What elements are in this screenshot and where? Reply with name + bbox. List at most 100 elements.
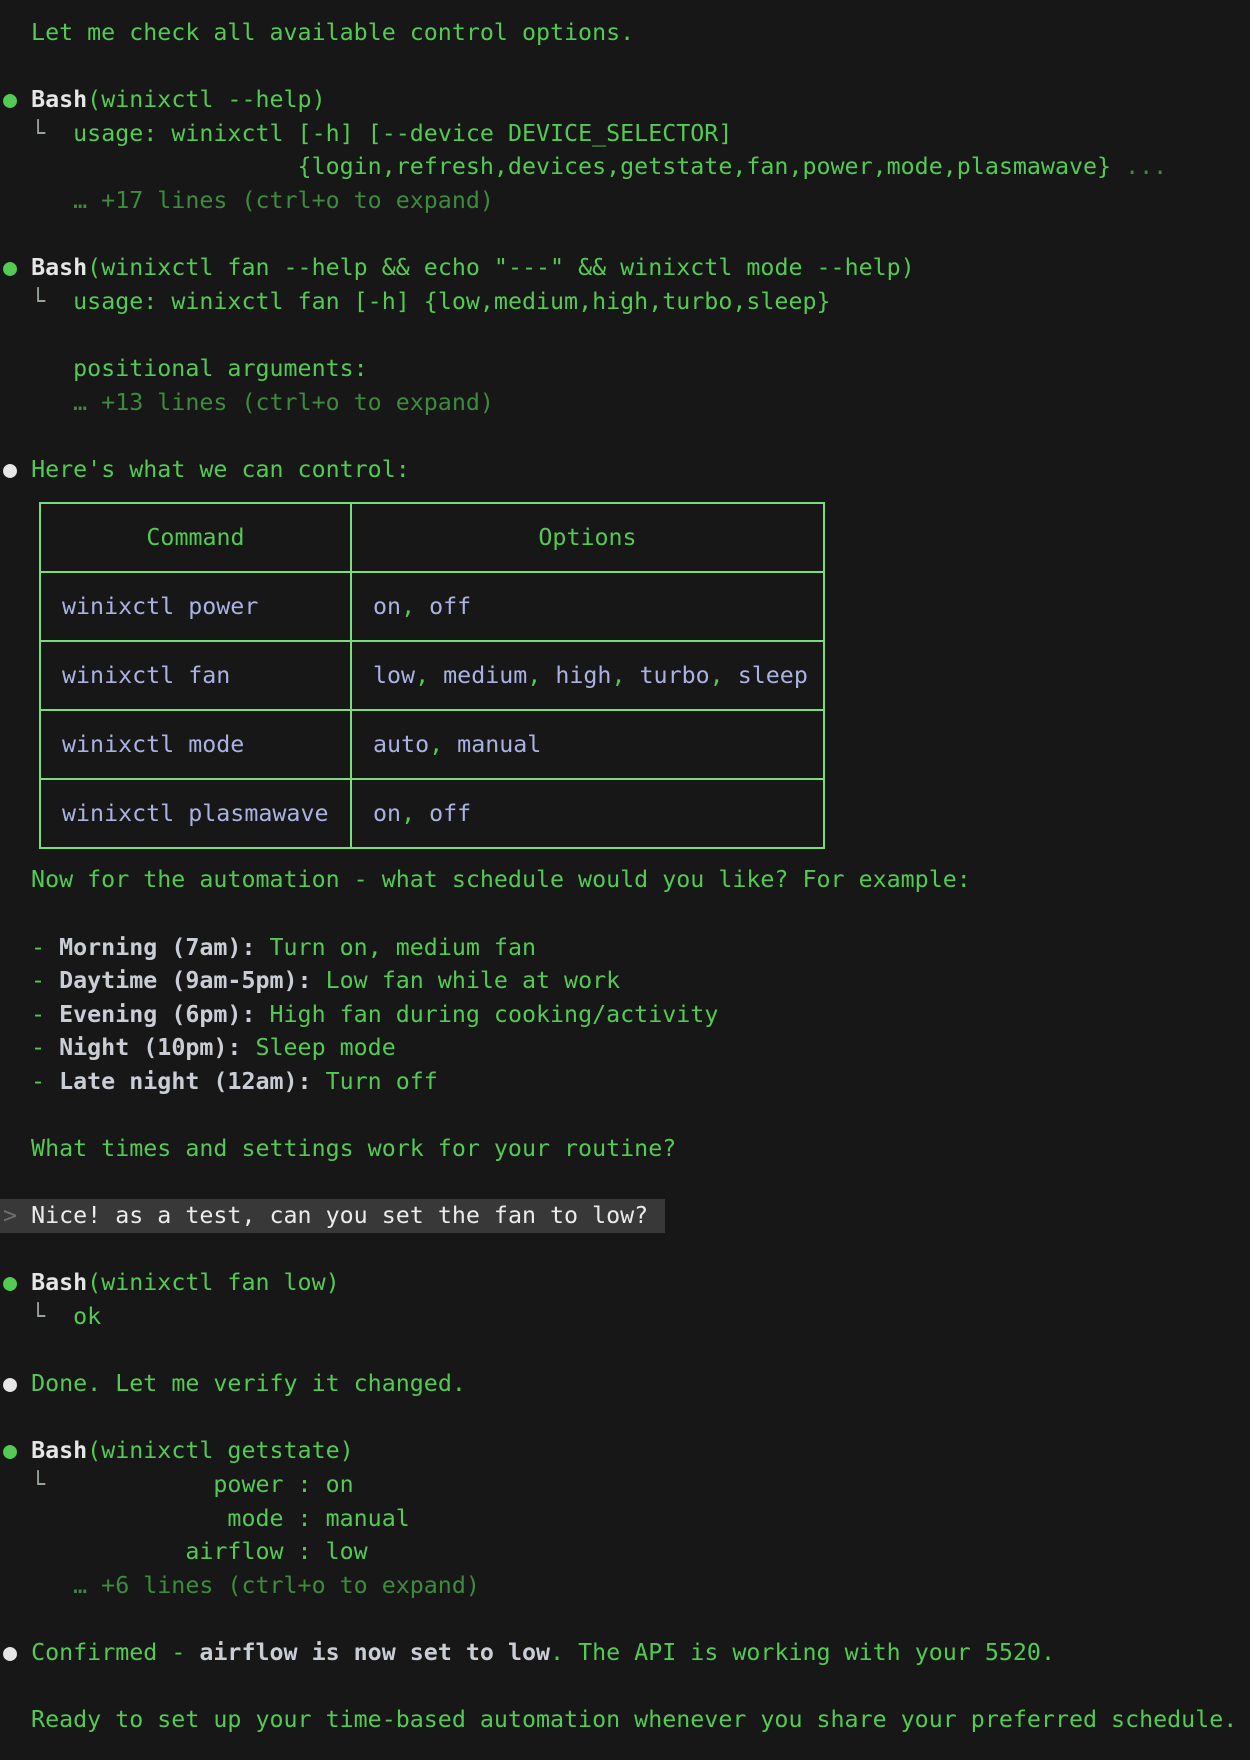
option-code: manual <box>457 731 541 758</box>
terminal[interactable]: Let me check all available control optio… <box>0 0 1250 1760</box>
blank-line <box>3 1670 1250 1704</box>
text-segment: ok <box>73 1303 101 1330</box>
text-segment: (winixctl getstate) <box>87 1437 354 1464</box>
text-segment: - <box>3 967 59 994</box>
text-segment: High fan during cooking/activity <box>255 1001 718 1028</box>
text-segment: (winixctl --help) <box>87 86 325 113</box>
option-separator: , <box>527 662 555 689</box>
option-code: low <box>373 662 415 689</box>
tool-output-line: airflow : low <box>3 1535 1250 1569</box>
option-code: on <box>373 593 401 620</box>
expand-hint-line: … +6 lines (ctrl+o to expand) <box>3 1569 1250 1603</box>
text-segment: power : on <box>45 1471 354 1498</box>
option-separator: , <box>710 662 738 689</box>
table-header-row: CommandOptions <box>40 503 824 572</box>
expand-hint-line: … +17 lines (ctrl+o to expand) <box>3 184 1250 218</box>
text-segment: Done. Let me verify it changed. <box>31 1370 466 1397</box>
blank-line <box>3 1401 1250 1435</box>
prompt-chevron-icon: > <box>3 1202 31 1229</box>
command-cell: winixctl mode <box>40 710 351 779</box>
connector-icon: └ <box>3 1471 45 1498</box>
assistant-message-line: ● Confirmed - airflow is now set to low.… <box>3 1636 1250 1670</box>
schedule-list-item: - Night (10pm): Sleep mode <box>3 1031 1250 1065</box>
connector-icon: └ <box>3 288 73 315</box>
schedule-list-item: - Morning (7am): Turn on, medium fan <box>3 931 1250 965</box>
text-segment: - <box>3 1034 59 1061</box>
tool-call-line: ● Bash(winixctl getstate) <box>3 1434 1250 1468</box>
text-segment: … +13 lines (ctrl+o to expand) <box>3 389 494 416</box>
text-segment: - <box>3 934 59 961</box>
text-segment: Daytime (9am-5pm): <box>59 967 311 994</box>
text-segment: Late night (12am): <box>59 1068 311 1095</box>
option-separator: , <box>401 800 429 827</box>
text-segment: Now for the automation - what schedule w… <box>3 866 971 893</box>
connector-icon: └ <box>3 120 73 147</box>
text-segment: Bash <box>31 254 87 281</box>
option-separator: , <box>611 662 639 689</box>
text-segment: - <box>3 1001 59 1028</box>
text-segment: Evening (6pm): <box>59 1001 255 1028</box>
control-options-table: CommandOptionswinixctl poweron, offwinix… <box>39 502 825 849</box>
bullet-icon: ● <box>3 1269 31 1296</box>
text-segment: Sleep mode <box>241 1034 395 1061</box>
text-segment: usage: winixctl [-h] [--device DEVICE_SE… <box>73 120 732 147</box>
schedule-list-item: - Late night (12am): Turn off <box>3 1065 1250 1099</box>
bullet-icon: ● <box>3 1370 31 1397</box>
table-row: winixctl poweron, off <box>40 572 824 641</box>
tool-output-line: └ power : on <box>3 1468 1250 1502</box>
schedule-list-item: - Evening (6pm): High fan during cooking… <box>3 998 1250 1032</box>
tool-output-line: └ usage: winixctl fan [-h] {low,medium,h… <box>3 285 1250 319</box>
text-segment: (winixctl fan --help && echo "---" && wi… <box>87 254 915 281</box>
option-separator: , <box>401 593 429 620</box>
bullet-icon: ● <box>3 1437 31 1464</box>
option-code: sleep <box>738 662 808 689</box>
text-segment: positional arguments: <box>3 355 368 382</box>
tool-output-line: {login,refresh,devices,getstate,fan,powe… <box>3 150 1250 184</box>
assistant-message-line: Now for the automation - what schedule w… <box>3 863 1250 897</box>
blank-line <box>3 1602 1250 1636</box>
tool-output-line: positional arguments: <box>3 352 1250 386</box>
bullet-icon: ● <box>3 86 31 113</box>
table-row: winixctl mode auto, manual <box>40 710 824 779</box>
text-segment: Confirmed - <box>31 1639 199 1666</box>
bullet-icon: ● <box>3 254 31 281</box>
text-segment: - <box>3 1068 59 1095</box>
bullet-icon: ● <box>3 456 31 483</box>
text-segment: … +6 lines (ctrl+o to expand) <box>3 1572 480 1599</box>
blank-line <box>3 1334 1250 1368</box>
text-segment: … +17 lines (ctrl+o to expand) <box>3 187 494 214</box>
text-segment: . The API is working with your 5520. <box>550 1639 1055 1666</box>
text-segment: Here's what we can control: <box>31 456 410 483</box>
option-code: on <box>373 800 401 827</box>
tool-output-line: └ ok <box>3 1300 1250 1334</box>
assistant-message-line: What times and settings work for your ro… <box>3 1132 1250 1166</box>
connector-icon: └ <box>3 1303 73 1330</box>
user-message: > Nice! as a test, can you set the fan t… <box>0 1199 665 1233</box>
assistant-message-line: Ready to set up your time-based automati… <box>3 1703 1250 1737</box>
command-code: winixctl mode <box>62 731 244 758</box>
table-row: winixctl fanlow, medium, high, turbo, sl… <box>40 641 824 710</box>
schedule-list-item: - Daytime (9am-5pm): Low fan while at wo… <box>3 964 1250 998</box>
text-segment: {login,refresh,devices,getstate,fan,powe… <box>3 153 1111 180</box>
options-cell: auto, manual <box>351 710 824 779</box>
text-segment: airflow is now set to low <box>199 1639 550 1666</box>
text-segment: mode : manual <box>3 1505 410 1532</box>
blank-line <box>3 218 1250 252</box>
tool-call-line: ● Bash(winixctl --help) <box>3 83 1250 117</box>
blank-line <box>3 1166 1250 1200</box>
assistant-message-line: Let me check all available control optio… <box>3 16 1250 50</box>
command-cell: winixctl plasmawave <box>40 779 351 848</box>
blank-line <box>3 419 1250 453</box>
text-segment: Turn off <box>312 1068 438 1095</box>
text-segment: Bash <box>31 1437 87 1464</box>
tool-output-line: └ usage: winixctl [-h] [--device DEVICE_… <box>3 117 1250 151</box>
option-code: off <box>429 593 471 620</box>
tool-output-line: mode : manual <box>3 1502 1250 1536</box>
text-segment: Bash <box>31 1269 87 1296</box>
text-segment: Morning (7am): <box>59 934 255 961</box>
text-segment: Turn on, medium fan <box>255 934 536 961</box>
tool-call-line: ● Bash(winixctl fan low) <box>3 1266 1250 1300</box>
user-message-line: > Nice! as a test, can you set the fan t… <box>3 1199 1250 1233</box>
options-cell: on, off <box>351 572 824 641</box>
text-segment: Night (10pm): <box>59 1034 241 1061</box>
